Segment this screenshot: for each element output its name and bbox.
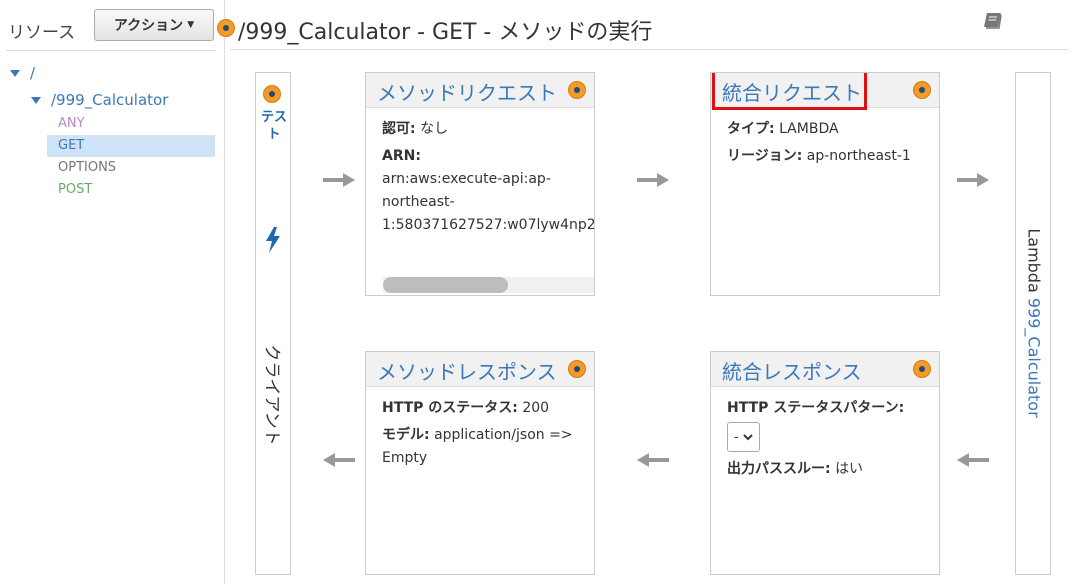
status-dot-icon	[568, 360, 586, 378]
model-value-line2: Empty	[382, 450, 428, 466]
passthrough-row: 出力パススルー: はい	[727, 458, 923, 481]
arrow-right-icon	[323, 173, 355, 187]
lambda-panel: Lambda 999_Calculator	[1015, 72, 1051, 575]
resource-sidebar: リソース アクション ▼ / /999_Calculator ANY GET O…	[0, 0, 225, 584]
method-request-title[interactable]: メソッドリクエスト	[377, 77, 557, 106]
client-panel: テスト クライアント	[255, 72, 291, 575]
arn-key: ARN:	[382, 148, 421, 164]
integration-request-header: 統合リクエスト	[711, 73, 939, 110]
auth-row: 認可: なし	[382, 118, 578, 141]
expand-caret-icon	[31, 96, 41, 104]
arn-value-line2: northeast-	[382, 194, 455, 210]
passthrough-key: 出力パススルー:	[727, 461, 831, 477]
arn-row: ARN: arn:aws:execute-api:ap- northeast- …	[382, 145, 594, 237]
auth-key: 認可:	[382, 121, 416, 137]
type-row: タイプ: LAMBDA	[727, 118, 923, 141]
status-row: HTTP のステータス: 200	[382, 397, 578, 420]
client-label: クライアント	[261, 344, 282, 446]
auth-value: なし	[420, 121, 449, 137]
page-title: /999_Calculator - GET - メソッドの実行	[238, 20, 653, 45]
method-response-body: HTTP のステータス: 200 モデル: application/json =…	[366, 387, 594, 484]
arrow-left-icon	[637, 453, 669, 467]
method-response-card: メソッドレスポンス HTTP のステータス: 200 モデル: applicat…	[365, 351, 595, 575]
arn-value-line3: 1:580371627527:w07lyw4np2/*/	[382, 217, 595, 233]
model-key: モデル:	[382, 427, 430, 443]
horizontal-scrollbar[interactable]	[383, 277, 594, 293]
status-value: 200	[522, 400, 550, 416]
tree-item-resource[interactable]: /999_Calculator	[31, 91, 168, 109]
book-icon[interactable]	[982, 11, 1004, 36]
region-value: ap-northeast-1	[806, 148, 911, 164]
actions-button[interactable]: アクション ▼	[94, 9, 214, 41]
lambda-function-link[interactable]: 999_Calculator	[1025, 298, 1044, 418]
arrow-left-icon	[957, 453, 989, 467]
model-value-line1: application/json =>	[434, 427, 573, 443]
status-dot-icon	[568, 81, 586, 99]
test-link[interactable]: テスト	[258, 109, 290, 143]
tree-item-resource-label: /999_Calculator	[51, 91, 169, 109]
resources-label: リソース	[8, 23, 76, 43]
arn-value-line1: arn:aws:execute-api:ap-	[382, 171, 551, 187]
lightning-icon[interactable]	[263, 226, 283, 258]
region-key: リージョン:	[727, 148, 803, 164]
integration-request-body: タイプ: LAMBDA リージョン: ap-northeast-1	[711, 108, 939, 182]
arrow-left-icon	[323, 453, 355, 467]
status-pattern-value: -	[734, 429, 739, 445]
passthrough-value: はい	[835, 461, 864, 477]
tree-method-post[interactable]: POST	[47, 179, 92, 201]
arrow-right-icon	[957, 173, 989, 187]
status-pattern-select[interactable]: -	[727, 422, 760, 452]
client-status-icon	[263, 85, 281, 103]
region-row: リージョン: ap-northeast-1	[727, 145, 923, 168]
status-dot-icon	[913, 81, 931, 99]
arrow-right-icon	[637, 173, 669, 187]
tree-method-options[interactable]: OPTIONS	[47, 157, 116, 179]
method-request-body: 認可: なし ARN: arn:aws:execute-api:ap- nort…	[366, 108, 594, 251]
tree-item-root-label: /	[30, 64, 36, 82]
scrollbar-thumb[interactable]	[383, 277, 508, 293]
integration-response-title[interactable]: 統合レスポンス	[722, 356, 862, 385]
method-request-header: メソッドリクエスト	[366, 73, 594, 108]
method-response-title[interactable]: メソッドレスポンス	[377, 356, 557, 385]
integration-response-card: 統合レスポンス HTTP ステータスパターン: - 出力パススルー: はい	[710, 351, 940, 575]
integration-response-body: HTTP ステータスパターン: - 出力パススルー: はい	[711, 387, 939, 495]
sidebar-divider	[6, 50, 216, 51]
integration-request-card: 統合リクエスト タイプ: LAMBDA リージョン: ap-northeast-…	[710, 72, 940, 296]
type-value: LAMBDA	[779, 121, 839, 137]
status-key: HTTP のステータス:	[382, 400, 518, 416]
status-dot-icon	[913, 360, 931, 378]
expand-caret-icon	[10, 69, 20, 77]
actions-button-label: アクション	[113, 18, 184, 34]
title-status-icon	[217, 19, 235, 37]
integration-response-header: 統合レスポンス	[711, 352, 939, 387]
type-key: タイプ:	[727, 121, 775, 137]
tree-item-root[interactable]: /	[10, 64, 35, 82]
title-divider	[230, 49, 1068, 50]
pattern-row: HTTP ステータスパターン:	[727, 397, 923, 420]
tree-method-any[interactable]: ANY	[47, 113, 85, 135]
pattern-key: HTTP ステータスパターン:	[727, 400, 905, 416]
method-request-card: メソッドリクエスト 認可: なし ARN: arn:aws:execute-ap…	[365, 72, 595, 296]
method-response-header: メソッドレスポンス	[366, 352, 594, 387]
caret-down-icon: ▼	[187, 20, 195, 30]
model-row: モデル: application/json => Empty	[382, 424, 578, 470]
lambda-label: Lambda 999_Calculator	[1025, 228, 1044, 417]
chevron-down-icon	[742, 434, 753, 441]
lambda-kind: Lambda	[1024, 228, 1044, 293]
integration-request-title[interactable]: 統合リクエスト	[722, 77, 862, 106]
tree-method-get[interactable]: GET	[47, 135, 215, 157]
